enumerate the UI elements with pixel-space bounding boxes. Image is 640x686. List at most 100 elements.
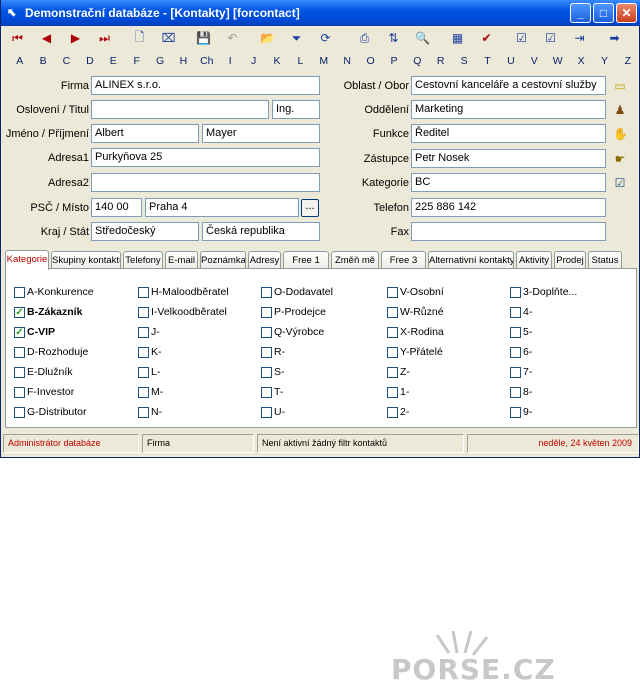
psc-field[interactable]: 140 00: [91, 198, 142, 217]
delete-record-icon[interactable]: ⌧: [154, 27, 183, 49]
checkbox-box[interactable]: [261, 406, 272, 418]
checkbox-box[interactable]: [510, 386, 521, 398]
alpha-filter-k[interactable]: K: [265, 55, 288, 67]
alpha-filter-f[interactable]: F: [125, 55, 148, 67]
tab-adresy[interactable]: Adresy: [248, 251, 281, 269]
stat-field[interactable]: Česká republika: [202, 222, 320, 241]
checkbox-box[interactable]: [261, 286, 272, 298]
checkbox-box[interactable]: [387, 286, 398, 298]
alpha-filter-m[interactable]: M: [312, 55, 335, 67]
checkbox-box[interactable]: [14, 346, 25, 358]
checkbox-box[interactable]: [387, 306, 398, 318]
minimize-button[interactable]: _: [570, 3, 591, 23]
alpha-filter-n[interactable]: N: [335, 55, 358, 67]
last-record-icon[interactable]: ⏭: [90, 27, 119, 49]
previous-record-icon[interactable]: ◀: [32, 27, 61, 49]
next-record-icon[interactable]: ▶: [61, 27, 90, 49]
checkbox-box[interactable]: [261, 346, 272, 358]
checkbox-box[interactable]: [510, 406, 521, 418]
category-checkbox[interactable]: 1-: [387, 385, 409, 399]
open-folder-icon[interactable]: 📂: [253, 27, 282, 49]
alpha-filter-c[interactable]: C: [55, 55, 78, 67]
kategorie-field[interactable]: BC: [411, 173, 606, 192]
alpha-filter-p[interactable]: P: [382, 55, 405, 67]
checkbox-box[interactable]: [138, 286, 149, 298]
category-checkbox[interactable]: 7-: [510, 365, 532, 379]
tab-alternativní-kontakty[interactable]: Alternativní kontakty: [428, 251, 514, 269]
person-icon[interactable]: ♟: [613, 103, 627, 117]
alpha-filter-u[interactable]: U: [499, 55, 522, 67]
category-checkbox[interactable]: D-Rozhoduje: [14, 345, 88, 359]
category-checkbox[interactable]: 3-Doplňte...: [510, 285, 577, 299]
handshake-icon[interactable]: ✋: [613, 127, 628, 141]
alpha-filter-g[interactable]: G: [148, 55, 171, 67]
telefon-field[interactable]: 225 886 142: [411, 198, 606, 217]
undo-icon[interactable]: ↶: [218, 27, 247, 49]
category-checkbox[interactable]: S-: [261, 365, 285, 379]
checkbox-box[interactable]: [138, 306, 149, 318]
category-checkbox[interactable]: N-: [138, 405, 162, 419]
checkbox-box[interactable]: [14, 366, 25, 378]
tab-poznámka[interactable]: Poznámka: [200, 251, 246, 269]
alpha-filter-s[interactable]: S: [452, 55, 475, 67]
tab-telefony[interactable]: Telefony: [123, 251, 163, 269]
tab-skupiny-kontaktů[interactable]: Skupiny kontaktů: [51, 251, 121, 269]
firma-field[interactable]: ALINEX s.r.o.: [91, 76, 320, 95]
category-checkbox[interactable]: K-: [138, 345, 162, 359]
category-checkbox[interactable]: O-Dodavatel: [261, 285, 333, 299]
checkbox-box[interactable]: [387, 406, 398, 418]
checkbox-box[interactable]: [387, 346, 398, 358]
alpha-filter-e[interactable]: E: [102, 55, 125, 67]
category-checkbox[interactable]: U-: [261, 405, 285, 419]
category-checkbox[interactable]: I-Velkoodběratel: [138, 305, 227, 319]
tab-status[interactable]: Status: [588, 251, 622, 269]
tab-free-1[interactable]: Free 1: [283, 251, 329, 269]
adresa1-field[interactable]: Purkyňova 25: [91, 148, 320, 167]
tab-e-mail[interactable]: E-mail: [165, 251, 198, 269]
category-checkbox[interactable]: X-Rodina: [387, 325, 444, 339]
category-checkbox[interactable]: G-Distributor: [14, 405, 87, 419]
save-icon[interactable]: 💾: [189, 27, 218, 49]
tab-free-3[interactable]: Free 3: [381, 251, 426, 269]
checkbox-box[interactable]: [138, 326, 149, 338]
check-red-icon[interactable]: ✔: [472, 27, 501, 49]
category-checkbox[interactable]: 4-: [510, 305, 532, 319]
category-checkbox[interactable]: R-: [261, 345, 285, 359]
table-view-icon[interactable]: ▦: [443, 27, 472, 49]
oddeleni-field[interactable]: Marketing: [411, 100, 606, 119]
category-checkbox[interactable]: T-: [261, 385, 283, 399]
category-checkbox[interactable]: V-Osobní: [387, 285, 444, 299]
alpha-filter-q[interactable]: Q: [406, 55, 429, 67]
maximize-button[interactable]: □: [593, 3, 614, 23]
checkbox-box[interactable]: [14, 286, 25, 298]
tab-prodej[interactable]: Prodej: [554, 251, 586, 269]
checkbox-box[interactable]: [261, 326, 272, 338]
category-checkbox[interactable]: 9-: [510, 405, 532, 419]
kraj-field[interactable]: Středočeský: [91, 222, 199, 241]
alpha-filter-y[interactable]: Y: [593, 55, 616, 67]
checkbox-box[interactable]: [510, 306, 521, 318]
titul-field[interactable]: Ing.: [272, 100, 320, 119]
checkbox-box[interactable]: ✓: [14, 306, 25, 318]
category-checkbox[interactable]: ✓ B-Zákazník: [14, 305, 82, 319]
checkbox-box[interactable]: [138, 346, 149, 358]
category-checkbox[interactable]: M-: [138, 385, 163, 399]
checkbox-box[interactable]: [14, 386, 25, 398]
alpha-filter-l[interactable]: L: [289, 55, 312, 67]
checkbox-box[interactable]: [510, 366, 521, 378]
misto-field[interactable]: Praha 4: [145, 198, 299, 217]
category-checkbox[interactable]: F-Investor: [14, 385, 74, 399]
alpha-filter-v[interactable]: V: [523, 55, 546, 67]
checkbox-box[interactable]: [261, 306, 272, 318]
alpha-filter-b[interactable]: B: [31, 55, 54, 67]
category-checkbox[interactable]: J-: [138, 325, 160, 339]
find-icon[interactable]: 🔍: [408, 27, 437, 49]
checkbox-box[interactable]: [261, 366, 272, 378]
funkce-field[interactable]: Ředitel: [411, 124, 606, 143]
alpha-filter-o[interactable]: O: [359, 55, 382, 67]
checkbox-box[interactable]: [138, 366, 149, 378]
sort-az-icon[interactable]: ⇅: [379, 27, 408, 49]
alpha-filter-x[interactable]: X: [569, 55, 592, 67]
print-icon[interactable]: ⎙: [350, 27, 379, 49]
checkbox-box[interactable]: [510, 286, 521, 298]
